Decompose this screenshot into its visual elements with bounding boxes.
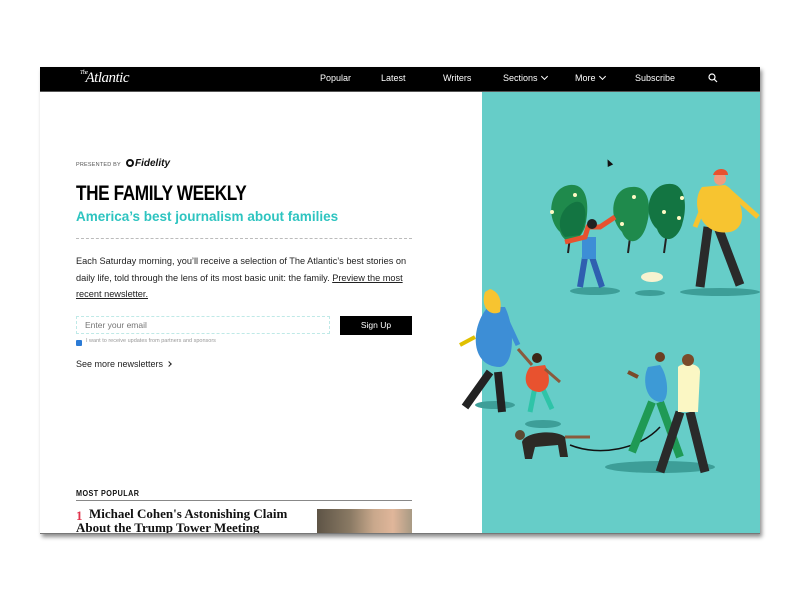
child-figure	[516, 348, 561, 413]
ground-shadows	[475, 287, 760, 473]
family-walking-illustration	[459, 169, 760, 474]
adult-figure	[692, 169, 760, 288]
browser-window: TheAtlantic Popular Latest Writers Secti…	[40, 67, 760, 534]
puppy-figure	[641, 272, 663, 282]
adult-figure	[459, 289, 521, 413]
tree-icon	[648, 183, 686, 254]
tree-icon	[613, 186, 650, 254]
